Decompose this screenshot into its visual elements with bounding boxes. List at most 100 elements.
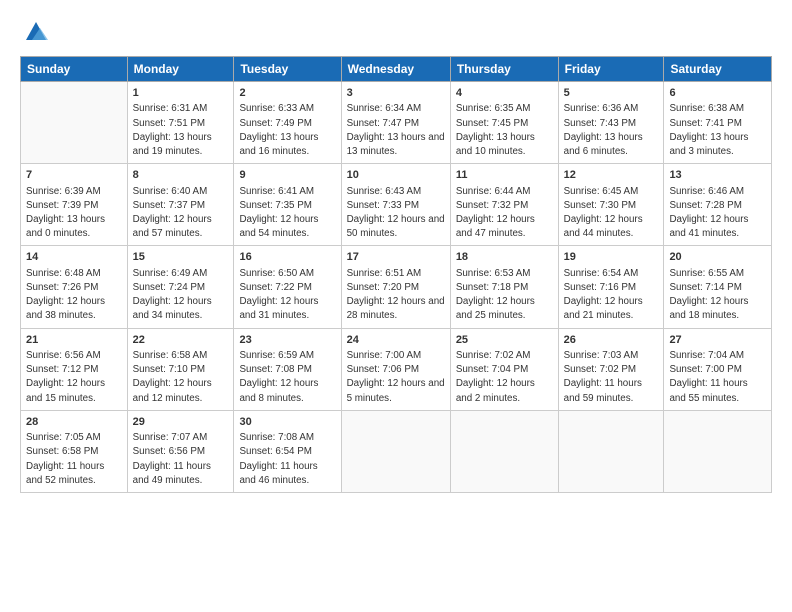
calendar-cell: 25Sunrise: 7:02 AM Sunset: 7:04 PM Dayli…: [450, 328, 558, 410]
calendar-cell: 12 Sunrise: 6:45 AM Sunset: 7:30 PM Dayli…: [558, 164, 664, 246]
day-info: Sunrise: 6:54 AM Sunset: 7:16 PM Dayligh…: [564, 267, 659, 324]
calendar-cell: 6Sunrise: 6:38 AM Sunset: 7:41 PM Daylig…: [664, 82, 772, 164]
day-number: 17: [347, 250, 445, 265]
day-info: Sunrise: 6:40 AM Sunset: 7:37 PM Dayligh…: [133, 185, 229, 242]
calendar-cell: 30Sunrise: 7:08 AM Sunset: 6:54 PM Dayli…: [234, 410, 341, 492]
header-day-thursday: Thursday: [450, 57, 558, 82]
day-info: Sunrise: 6:56 AM Sunset: 7:12 PM Dayligh…: [26, 349, 122, 406]
week-row-1: 7 Sunrise: 6:39 AM Sunset: 7:39 PM Daylig…: [21, 164, 772, 246]
day-number: 5: [564, 86, 659, 101]
header-row: SundayMondayTuesdayWednesdayThursdayFrid…: [21, 57, 772, 82]
day-number: 3: [347, 86, 445, 101]
day-number: 10: [347, 168, 445, 183]
calendar-cell: [341, 410, 450, 492]
day-number: 29: [133, 415, 229, 430]
day-info: Sunrise: 6:39 AM Sunset: 7:39 PM Dayligh…: [26, 185, 122, 242]
day-number: 13: [669, 168, 766, 183]
calendar-cell: [21, 82, 128, 164]
week-row-0: 1Sunrise: 6:31 AM Sunset: 7:51 PM Daylig…: [21, 82, 772, 164]
day-number: 19: [564, 250, 659, 265]
day-number: 8: [133, 168, 229, 183]
calendar-cell: 19 Sunrise: 6:54 AM Sunset: 7:16 PM Dayli…: [558, 246, 664, 328]
day-info: Sunrise: 6:43 AM Sunset: 7:33 PM Dayligh…: [347, 185, 445, 242]
day-info: Sunrise: 7:00 AM Sunset: 7:06 PM Dayligh…: [347, 349, 445, 406]
calendar-cell: 1Sunrise: 6:31 AM Sunset: 7:51 PM Daylig…: [127, 82, 234, 164]
header-day-sunday: Sunday: [21, 57, 128, 82]
day-number: 12: [564, 168, 659, 183]
day-info: Sunrise: 6:51 AM Sunset: 7:20 PM Dayligh…: [347, 267, 445, 324]
day-number: 2: [239, 86, 335, 101]
header: [20, 18, 772, 46]
day-number: 6: [669, 86, 766, 101]
day-info: Sunrise: 6:44 AM Sunset: 7:32 PM Dayligh…: [456, 185, 553, 242]
day-number: 25: [456, 333, 553, 348]
calendar-cell: [450, 410, 558, 492]
logo-icon: [22, 18, 50, 46]
day-info: Sunrise: 6:55 AM Sunset: 7:14 PM Dayligh…: [669, 267, 766, 324]
calendar-cell: 7 Sunrise: 6:39 AM Sunset: 7:39 PM Daylig…: [21, 164, 128, 246]
week-row-2: 14Sunrise: 6:48 AM Sunset: 7:26 PM Dayli…: [21, 246, 772, 328]
day-info: Sunrise: 6:45 AM Sunset: 7:30 PM Dayligh…: [564, 185, 659, 242]
day-info: Sunrise: 7:08 AM Sunset: 6:54 PM Dayligh…: [239, 431, 335, 488]
day-number: 26: [564, 333, 659, 348]
page: SundayMondayTuesdayWednesdayThursdayFrid…: [0, 0, 792, 612]
calendar-cell: 22Sunrise: 6:58 AM Sunset: 7:10 PM Dayli…: [127, 328, 234, 410]
week-row-3: 21Sunrise: 6:56 AM Sunset: 7:12 PM Dayli…: [21, 328, 772, 410]
calendar-cell: 8 Sunrise: 6:40 AM Sunset: 7:37 PM Daylig…: [127, 164, 234, 246]
week-row-4: 28Sunrise: 7:05 AM Sunset: 6:58 PM Dayli…: [21, 410, 772, 492]
day-info: Sunrise: 7:07 AM Sunset: 6:56 PM Dayligh…: [133, 431, 229, 488]
calendar-body: 1Sunrise: 6:31 AM Sunset: 7:51 PM Daylig…: [21, 82, 772, 493]
calendar-cell: 23Sunrise: 6:59 AM Sunset: 7:08 PM Dayli…: [234, 328, 341, 410]
calendar-cell: 13Sunrise: 6:46 AM Sunset: 7:28 PM Dayli…: [664, 164, 772, 246]
day-info: Sunrise: 6:41 AM Sunset: 7:35 PM Dayligh…: [239, 185, 335, 242]
day-info: Sunrise: 6:58 AM Sunset: 7:10 PM Dayligh…: [133, 349, 229, 406]
calendar-cell: 24Sunrise: 7:00 AM Sunset: 7:06 PM Dayli…: [341, 328, 450, 410]
calendar-cell: 18 Sunrise: 6:53 AM Sunset: 7:18 PM Dayli…: [450, 246, 558, 328]
calendar-cell: 27Sunrise: 7:04 AM Sunset: 7:00 PM Dayli…: [664, 328, 772, 410]
day-number: 18: [456, 250, 553, 265]
day-number: 22: [133, 333, 229, 348]
calendar-cell: 4Sunrise: 6:35 AM Sunset: 7:45 PM Daylig…: [450, 82, 558, 164]
day-info: Sunrise: 6:33 AM Sunset: 7:49 PM Dayligh…: [239, 102, 335, 159]
logo: [20, 18, 50, 46]
calendar-cell: 9Sunrise: 6:41 AM Sunset: 7:35 PM Daylig…: [234, 164, 341, 246]
header-day-friday: Friday: [558, 57, 664, 82]
day-number: 27: [669, 333, 766, 348]
day-number: 24: [347, 333, 445, 348]
calendar-cell: 5Sunrise: 6:36 AM Sunset: 7:43 PM Daylig…: [558, 82, 664, 164]
header-day-saturday: Saturday: [664, 57, 772, 82]
day-number: 1: [133, 86, 229, 101]
day-number: 23: [239, 333, 335, 348]
day-number: 16: [239, 250, 335, 265]
calendar-cell: 17 Sunrise: 6:51 AM Sunset: 7:20 PM Dayli…: [341, 246, 450, 328]
calendar-cell: 20 Sunrise: 6:55 AM Sunset: 7:14 PM Dayli…: [664, 246, 772, 328]
day-number: 20: [669, 250, 766, 265]
day-info: Sunrise: 6:50 AM Sunset: 7:22 PM Dayligh…: [239, 267, 335, 324]
day-info: Sunrise: 6:36 AM Sunset: 7:43 PM Dayligh…: [564, 102, 659, 159]
day-info: Sunrise: 7:02 AM Sunset: 7:04 PM Dayligh…: [456, 349, 553, 406]
calendar-cell: 28Sunrise: 7:05 AM Sunset: 6:58 PM Dayli…: [21, 410, 128, 492]
day-info: Sunrise: 6:34 AM Sunset: 7:47 PM Dayligh…: [347, 102, 445, 159]
day-info: Sunrise: 6:35 AM Sunset: 7:45 PM Dayligh…: [456, 102, 553, 159]
calendar-cell: 11Sunrise: 6:44 AM Sunset: 7:32 PM Dayli…: [450, 164, 558, 246]
day-number: 7: [26, 168, 122, 183]
day-info: Sunrise: 7:04 AM Sunset: 7:00 PM Dayligh…: [669, 349, 766, 406]
day-number: 28: [26, 415, 122, 430]
calendar-cell: [558, 410, 664, 492]
header-day-tuesday: Tuesday: [234, 57, 341, 82]
day-number: 4: [456, 86, 553, 101]
day-info: Sunrise: 6:49 AM Sunset: 7:24 PM Dayligh…: [133, 267, 229, 324]
calendar-cell: 16 Sunrise: 6:50 AM Sunset: 7:22 PM Dayli…: [234, 246, 341, 328]
calendar-cell: 14Sunrise: 6:48 AM Sunset: 7:26 PM Dayli…: [21, 246, 128, 328]
calendar-cell: [664, 410, 772, 492]
day-info: Sunrise: 6:53 AM Sunset: 7:18 PM Dayligh…: [456, 267, 553, 324]
calendar-header: SundayMondayTuesdayWednesdayThursdayFrid…: [21, 57, 772, 82]
header-day-monday: Monday: [127, 57, 234, 82]
day-info: Sunrise: 6:31 AM Sunset: 7:51 PM Dayligh…: [133, 102, 229, 159]
calendar-cell: 29Sunrise: 7:07 AM Sunset: 6:56 PM Dayli…: [127, 410, 234, 492]
day-info: Sunrise: 6:38 AM Sunset: 7:41 PM Dayligh…: [669, 102, 766, 159]
day-info: Sunrise: 7:05 AM Sunset: 6:58 PM Dayligh…: [26, 431, 122, 488]
calendar-cell: 15Sunrise: 6:49 AM Sunset: 7:24 PM Dayli…: [127, 246, 234, 328]
calendar-cell: 26Sunrise: 7:03 AM Sunset: 7:02 PM Dayli…: [558, 328, 664, 410]
day-info: Sunrise: 6:59 AM Sunset: 7:08 PM Dayligh…: [239, 349, 335, 406]
